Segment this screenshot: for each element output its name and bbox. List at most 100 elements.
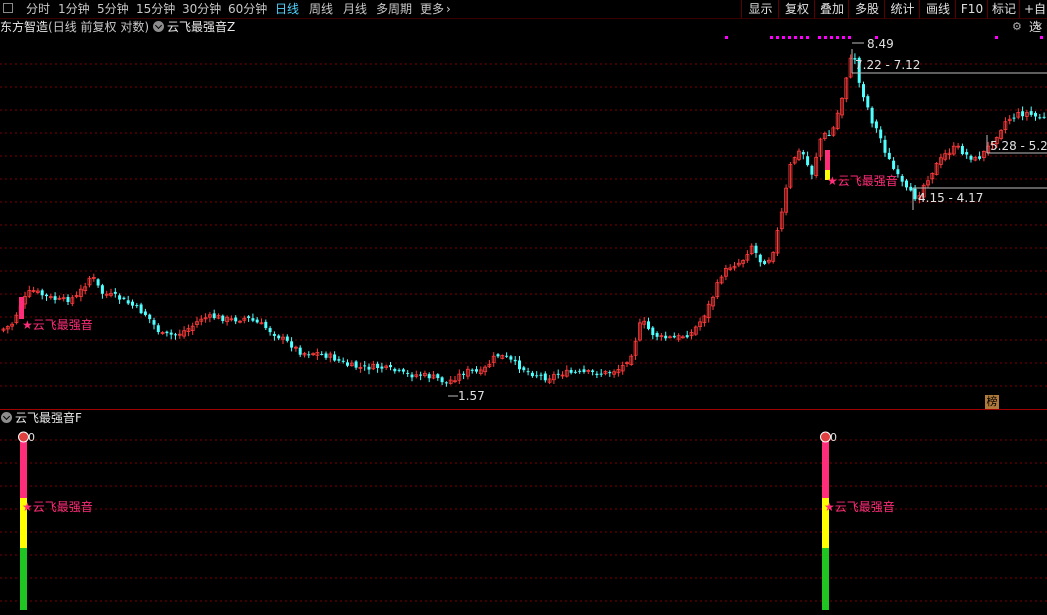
candle-body-down [255,319,259,323]
candle-body-down [879,129,883,139]
candle-body-down [651,327,655,336]
toolbar-button-3[interactable]: 多股 [848,0,885,18]
toolbar-button-4[interactable]: 统计 [884,0,920,18]
candle-body-down [401,369,405,372]
candle-body-down [801,152,805,155]
chevron-right-icon[interactable]: › [446,1,451,17]
candle-body-down [535,375,539,377]
close-icon[interactable]: ✕ [1034,20,1043,34]
sub-indicator-dropdown-icon[interactable] [1,412,12,423]
signal-dot [806,36,809,39]
signal-dot [842,36,845,39]
toolbar-button-8[interactable]: +自选 [1019,0,1047,34]
value-label: 0 [830,431,837,444]
indicator-name[interactable]: 云飞最强音Z [167,20,235,34]
candle-body-down [960,146,964,155]
toolbar-button-5[interactable]: 画线 [919,0,956,18]
candle-body-down [475,369,478,372]
candle-body-down [608,372,612,374]
candle-body-down [543,373,547,381]
sub-chart-title: 云飞最强音F [0,410,82,426]
candle-body-down [444,382,448,384]
candle-body-down [174,334,177,336]
candle-body-down [100,285,104,294]
period-info: (日线 前复权 对数) [48,20,150,34]
candle-body-down [277,335,281,339]
candle-body-down [874,121,878,129]
candle-body-down [806,156,810,166]
candle-body-down [1042,116,1046,118]
candle-body-down [234,317,238,322]
candle-body-down [758,254,762,263]
period-tab-6[interactable]: 日线 [275,1,299,17]
indicator-dropdown-icon[interactable] [153,21,165,32]
signal-indicator-chart[interactable]: 0 ★云飞最强音 0 ★云飞最强音 [0,410,1047,615]
candle-body-down [647,321,650,329]
candle-body-down [526,371,530,373]
candle-body-down [539,374,543,376]
period-tab-4[interactable]: 30分钟 [182,1,221,17]
period-tab-0[interactable]: 分时 [26,1,50,17]
candle-body-down [393,368,397,372]
candle-body-down [165,331,169,334]
candle-body-down [969,155,973,160]
candle-body-down [126,300,130,304]
period-tab-8[interactable]: 月线 [343,1,367,17]
signal-dot [725,36,728,39]
period-tab-7[interactable]: 周线 [309,1,333,17]
candle-body-down [883,139,887,153]
candle-body-down [367,366,371,370]
sub-indicator-name[interactable]: 云飞最强音F [15,411,82,425]
candle-body-down [135,305,139,307]
candle-body-down [870,107,874,124]
toolbar-button-0[interactable]: 显示 [741,0,779,18]
candle-body-down [556,373,560,375]
candle-body-down [122,297,126,299]
period-tab-1[interactable]: 1分钟 [58,1,90,17]
period-tab-9[interactable]: 多周期 [376,1,412,17]
signal-dot [770,36,773,39]
toolbar-button-2[interactable]: 叠加 [814,0,849,18]
period-tab-5[interactable]: 60分钟 [228,1,267,17]
price-range-label-3: 4.15 - 4.17 [918,191,983,205]
candle-body-down [156,325,160,333]
signal-dot [830,36,833,39]
candle-body-down [978,156,982,159]
rank-badge[interactable]: 榜 [985,395,999,409]
period-tab-3[interactable]: 15分钟 [136,1,175,17]
period-tab-10[interactable]: 更多 [420,1,444,17]
toolbar-button-7[interactable]: 标记 [987,0,1020,18]
toolbar-button-6[interactable]: F10 [955,0,988,18]
candle-body-down [341,360,345,362]
gear-icon[interactable]: ⚙ [1012,20,1022,34]
signal-column-green [822,548,829,610]
candle-body-down [324,353,328,358]
signal-dot [824,36,827,39]
candle-body-down [40,290,44,296]
signal-dot [848,36,851,39]
candlestick-chart[interactable]: 8.49 1.57 7.22 - 7.12 5.28 - 5.29 4.15 - 4.1… [0,35,1047,409]
candle-body-down [53,296,57,300]
candle-body-down [113,291,117,294]
period-tab-2[interactable]: 5分钟 [97,1,129,17]
candle-body-down [462,373,466,375]
candle-body-down [272,333,276,336]
candle-body-down [247,316,251,318]
signal-label: ★云飞最强音 [824,499,895,514]
candle-body-down [827,134,831,136]
candle-body-down [264,321,268,329]
signal-dot [788,36,791,39]
toolbar-button-1[interactable]: 复权 [778,0,815,18]
window-icon[interactable] [3,3,13,13]
stock-name[interactable]: 东方智造 [0,20,48,34]
candle-body-down [513,359,517,362]
signal-ball-icon [820,431,831,443]
signal-dot [800,36,803,39]
candle-body-down [320,353,324,355]
candle-body-down [965,152,969,155]
candle-body-down [518,360,521,370]
candle-body-down [900,175,904,182]
candle-body-down [505,355,509,357]
candle-body-down [436,374,440,379]
candle-body-down [376,363,380,369]
